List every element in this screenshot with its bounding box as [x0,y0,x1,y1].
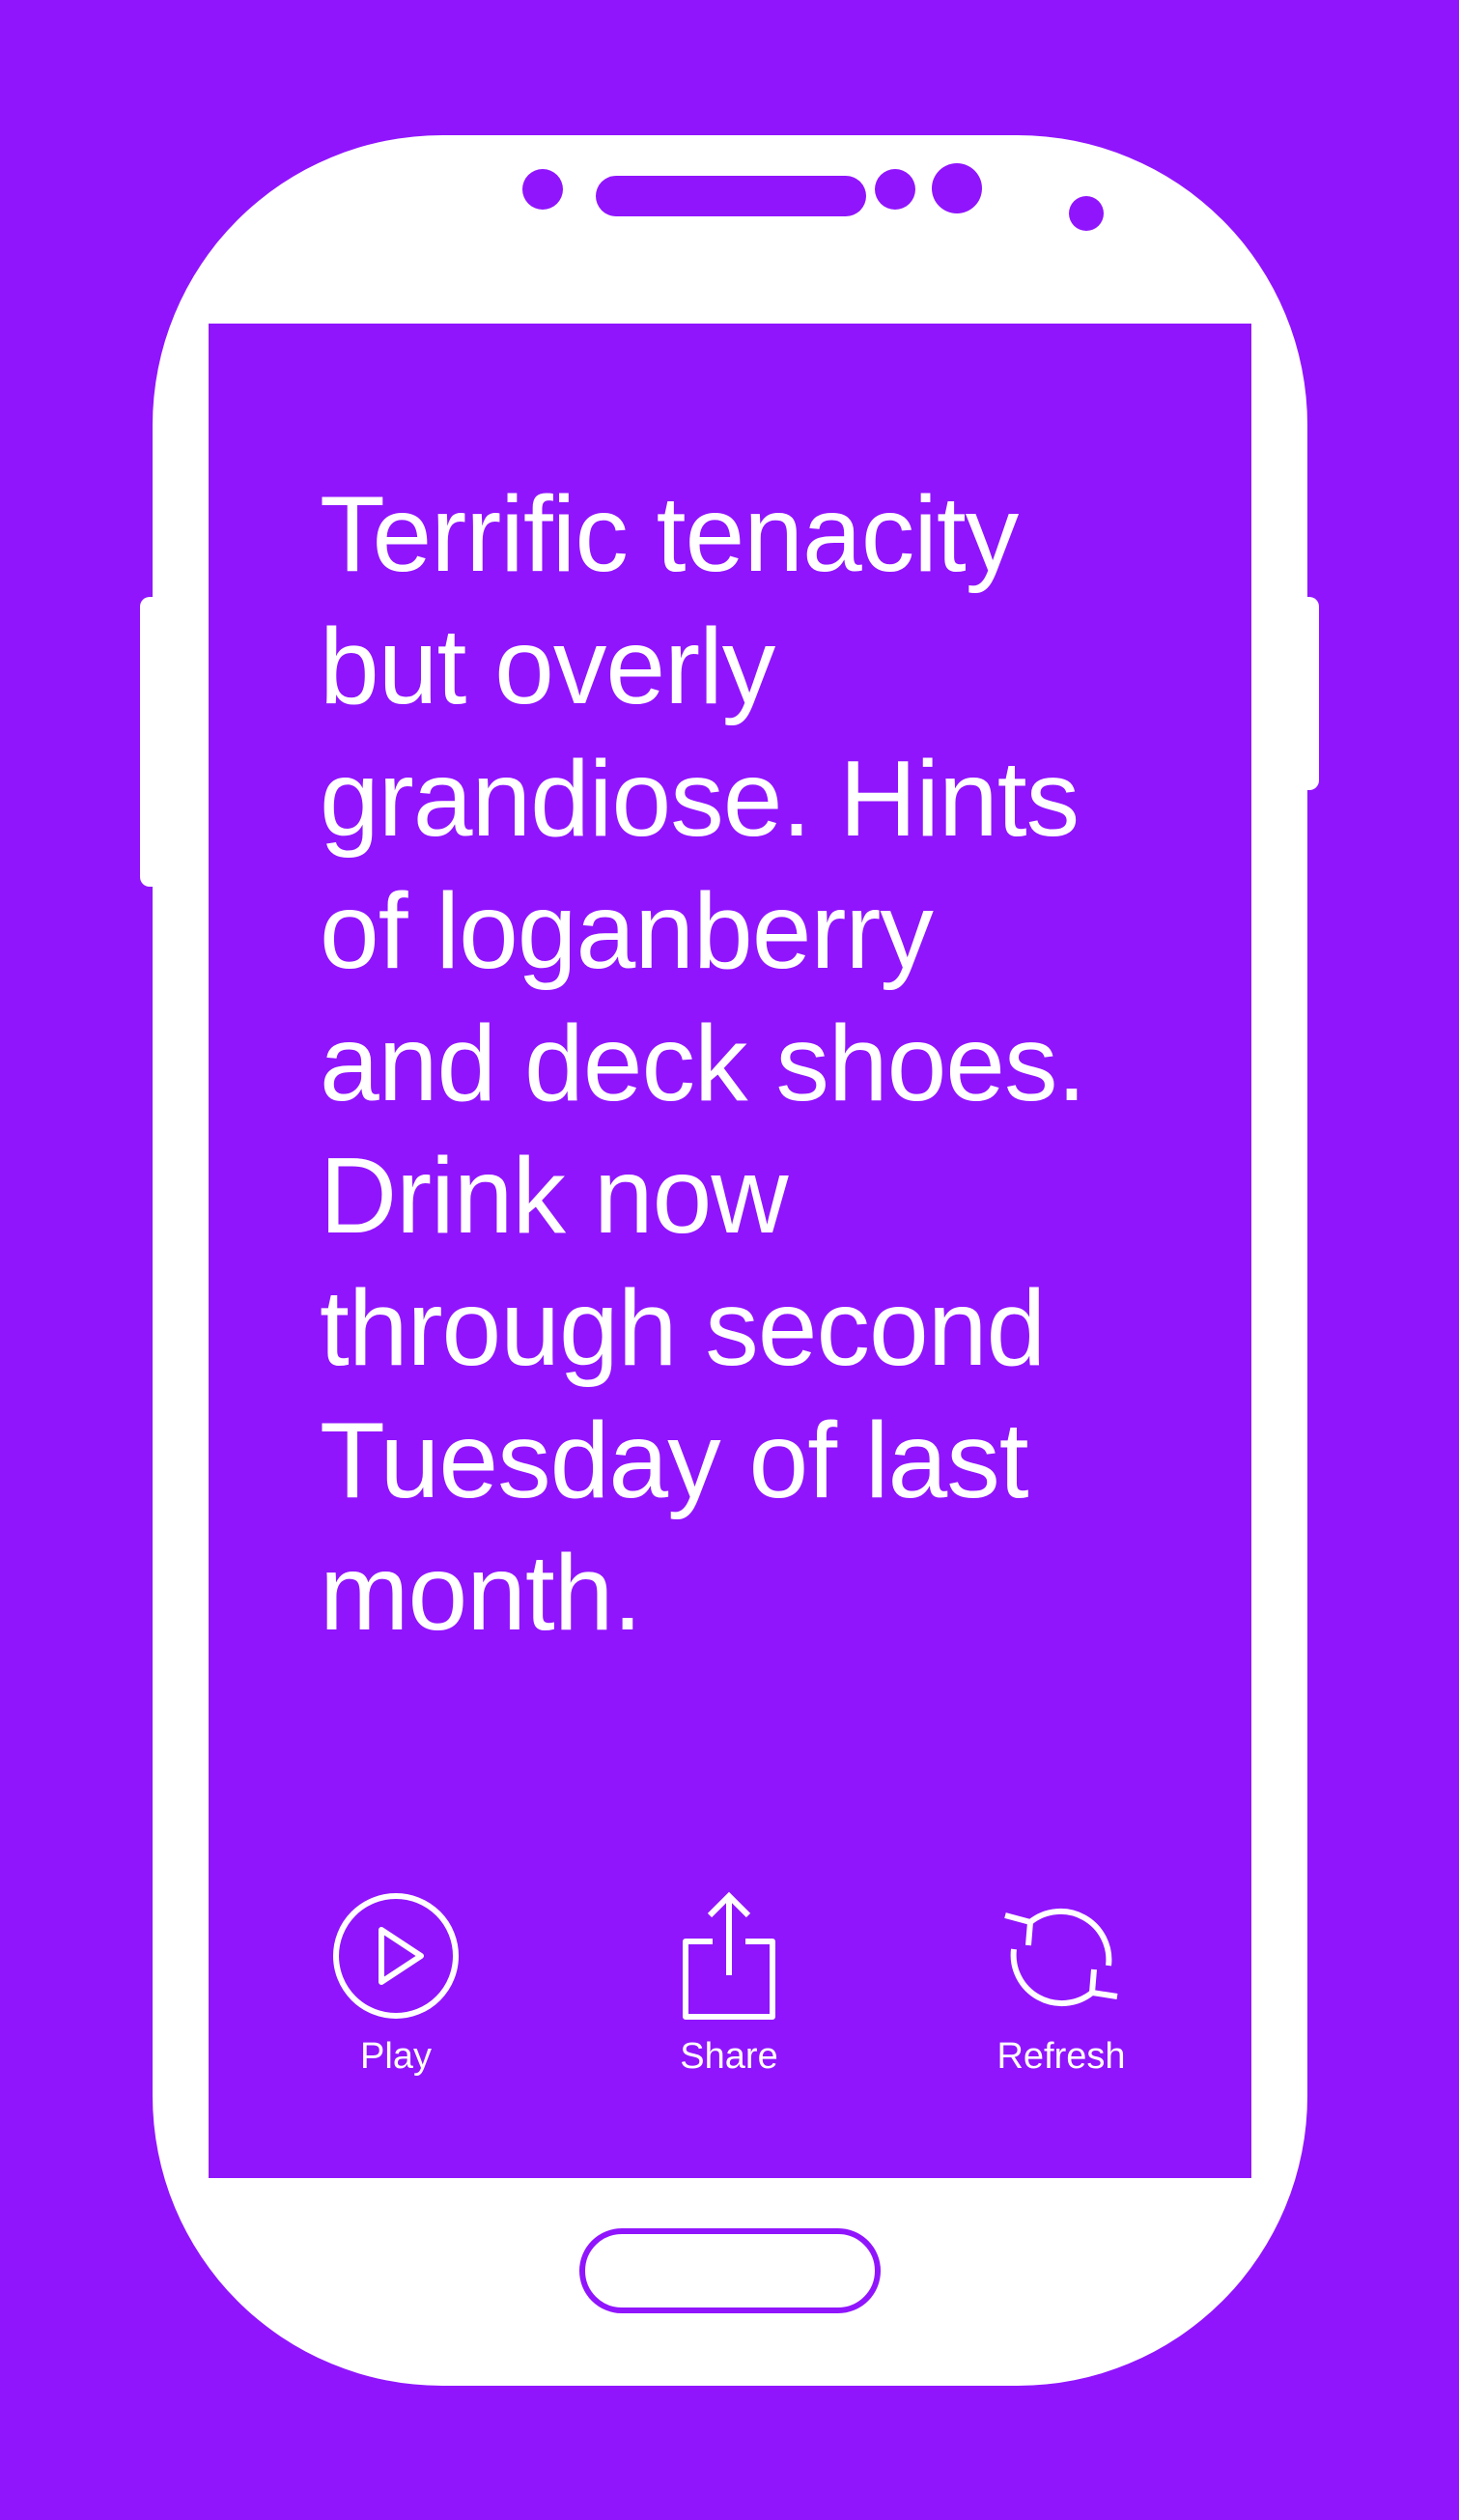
earpiece-speaker [596,176,866,216]
home-button[interactable] [579,2228,881,2313]
sensor-dot [875,169,915,210]
phone-screen: Terrific tenacity but overly grandiose. … [209,324,1251,2178]
refresh-label: Refresh [996,2036,1126,2077]
refresh-icon [1004,1908,1118,2007]
play-label: Play [360,2036,432,2077]
sensor-dot [1069,196,1104,231]
share-button[interactable]: Share [603,1888,855,2078]
refresh-button[interactable]: Refresh [936,1888,1187,2078]
play-button[interactable]: Play [270,1888,521,2078]
sensor-dot [522,169,563,210]
review-text: Terrific tenacity but overly grandiose. … [320,474,1086,1653]
front-camera [932,163,982,213]
share-label: Share [680,2036,778,2077]
play-circle-icon [333,1893,459,2019]
share-icon [683,1891,775,2020]
